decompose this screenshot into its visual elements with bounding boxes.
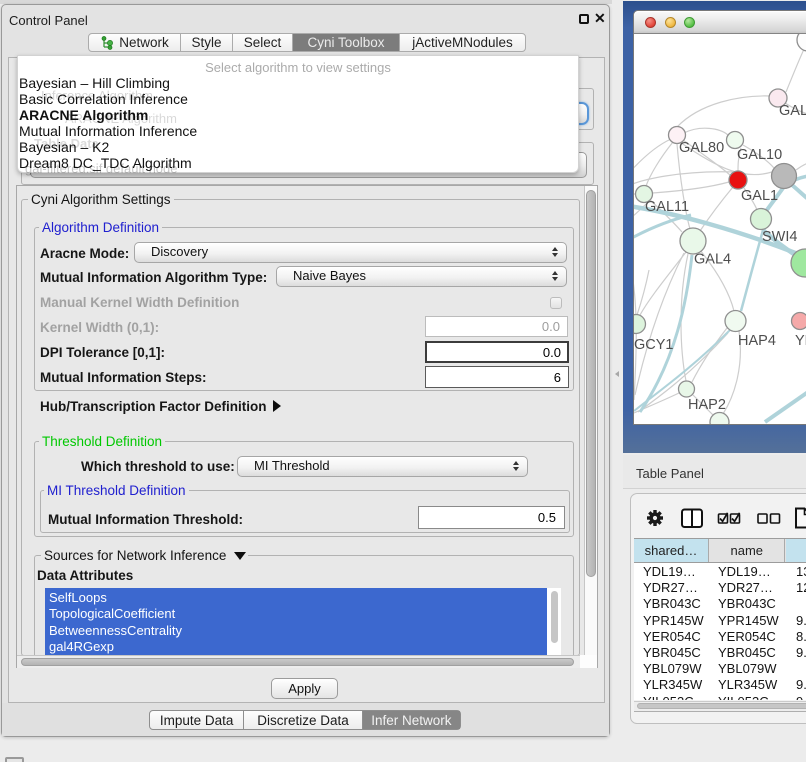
- svg-text:HAP4: HAP4: [738, 333, 776, 349]
- svg-text:GAL4: GAL4: [694, 252, 731, 268]
- svg-text:GCY1: GCY1: [634, 337, 674, 353]
- svg-text:SWI4: SWI4: [762, 229, 797, 245]
- svg-text:YB: YB: [795, 333, 806, 349]
- svg-text:GAL1: GAL1: [741, 188, 778, 204]
- svg-text:GAL10: GAL10: [737, 147, 782, 163]
- svg-text:HAP2: HAP2: [688, 397, 726, 413]
- svg-text:GAL80: GAL80: [679, 140, 724, 156]
- svg-text:GAL2: GAL2: [779, 103, 806, 119]
- svg-text:GAL11: GAL11: [645, 199, 689, 215]
